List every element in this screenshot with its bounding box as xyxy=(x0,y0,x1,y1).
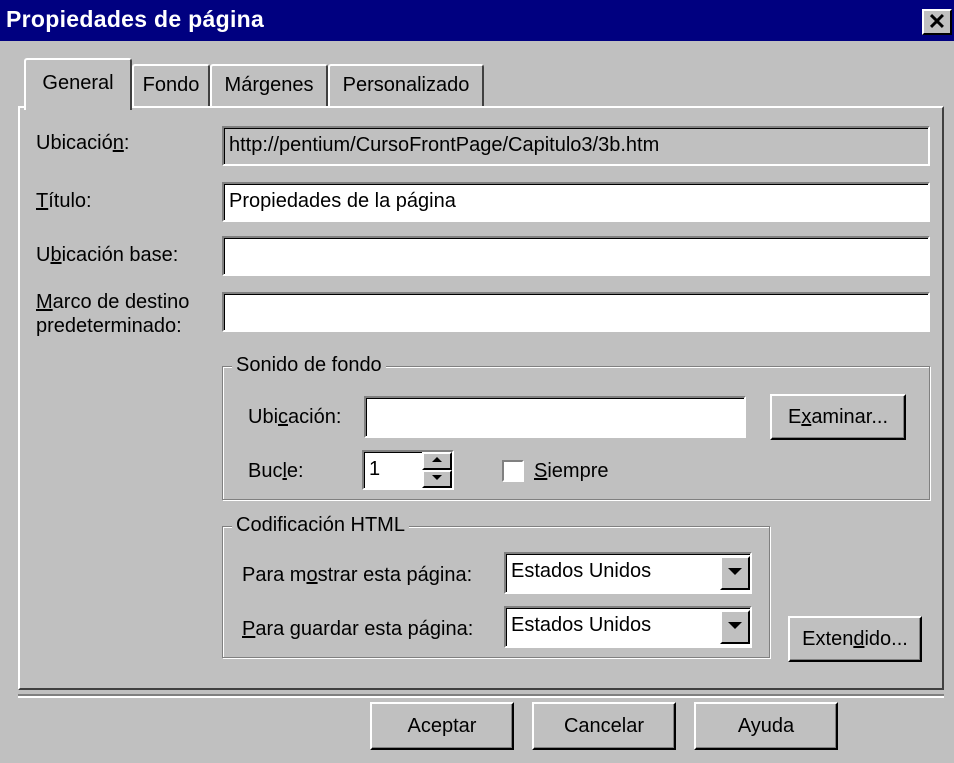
bucle-increment-button[interactable] xyxy=(422,452,452,470)
tab-margenes[interactable]: Márgenes xyxy=(210,64,328,106)
tab-personalizado[interactable]: Personalizado xyxy=(328,64,484,106)
tab-margenes-label: Márgenes xyxy=(224,74,314,96)
tab-general-label: General xyxy=(42,72,114,94)
ubicacion-base-label: Ubicación base: xyxy=(36,244,179,266)
titulo-input[interactable]: Propiedades de la página xyxy=(222,182,930,222)
tab-personalizado-label: Personalizado xyxy=(342,74,470,96)
cancelar-button[interactable]: Cancelar xyxy=(532,702,676,750)
marco-destino-input[interactable] xyxy=(222,292,930,332)
ubicacion-field[interactable]: http://pentium/CursoFrontPage/Capitulo3/… xyxy=(222,126,930,166)
close-icon: ✕ xyxy=(927,9,947,34)
chevron-down-icon xyxy=(728,568,742,575)
footer-separator xyxy=(18,694,944,698)
bucle-label: Bucle: xyxy=(248,460,304,482)
mostrar-pagina-label: Para mostrar esta página: xyxy=(242,564,473,586)
guardar-pagina-dropdown-button[interactable] xyxy=(720,610,750,644)
close-button[interactable]: ✕ xyxy=(922,9,952,35)
tab-fondo-label: Fondo xyxy=(142,74,200,96)
guardar-pagina-label: Para guardar esta página: xyxy=(242,618,474,640)
bucle-value: 1 xyxy=(369,458,381,480)
codificacion-html-title: Codificación HTML xyxy=(232,514,409,537)
sonido-ubicacion-input[interactable] xyxy=(364,396,746,438)
siempre-label[interactable]: Siempre xyxy=(534,460,608,483)
marco-destino-label: Marco de destino predeterminado: xyxy=(36,291,190,337)
siempre-checkbox[interactable] xyxy=(502,460,524,482)
ubicacion-label: Ubicación: xyxy=(36,132,130,154)
arrow-up-icon xyxy=(432,457,442,462)
bucle-decrement-button[interactable] xyxy=(422,470,452,488)
guardar-pagina-select[interactable]: Estados Unidos xyxy=(504,606,752,648)
guardar-pagina-value: Estados Unidos xyxy=(511,614,652,636)
window-title: Propiedades de página xyxy=(6,6,265,32)
examinar-button[interactable]: Examinar... xyxy=(770,394,906,440)
mostrar-pagina-dropdown-button[interactable] xyxy=(720,556,750,590)
title-bar[interactable]: Propiedades de página ✕ xyxy=(0,0,954,41)
sonido-de-fondo-title: Sonido de fondo xyxy=(232,354,386,377)
ubicacion-base-input[interactable] xyxy=(222,236,930,276)
tab-general[interactable]: General xyxy=(24,58,132,110)
tab-fondo[interactable]: Fondo xyxy=(132,64,210,106)
mostrar-pagina-select[interactable]: Estados Unidos xyxy=(504,552,752,594)
sonido-ubicacion-label: Ubicación: xyxy=(248,406,342,428)
aceptar-button[interactable]: Aceptar xyxy=(370,702,514,750)
arrow-down-icon xyxy=(432,475,442,480)
chevron-down-icon xyxy=(728,622,742,629)
titulo-label: Título: xyxy=(36,190,92,212)
mostrar-pagina-value: Estados Unidos xyxy=(511,560,652,582)
extendido-button[interactable]: Extendido... xyxy=(788,616,922,662)
ayuda-button[interactable]: Ayuda xyxy=(694,702,838,750)
